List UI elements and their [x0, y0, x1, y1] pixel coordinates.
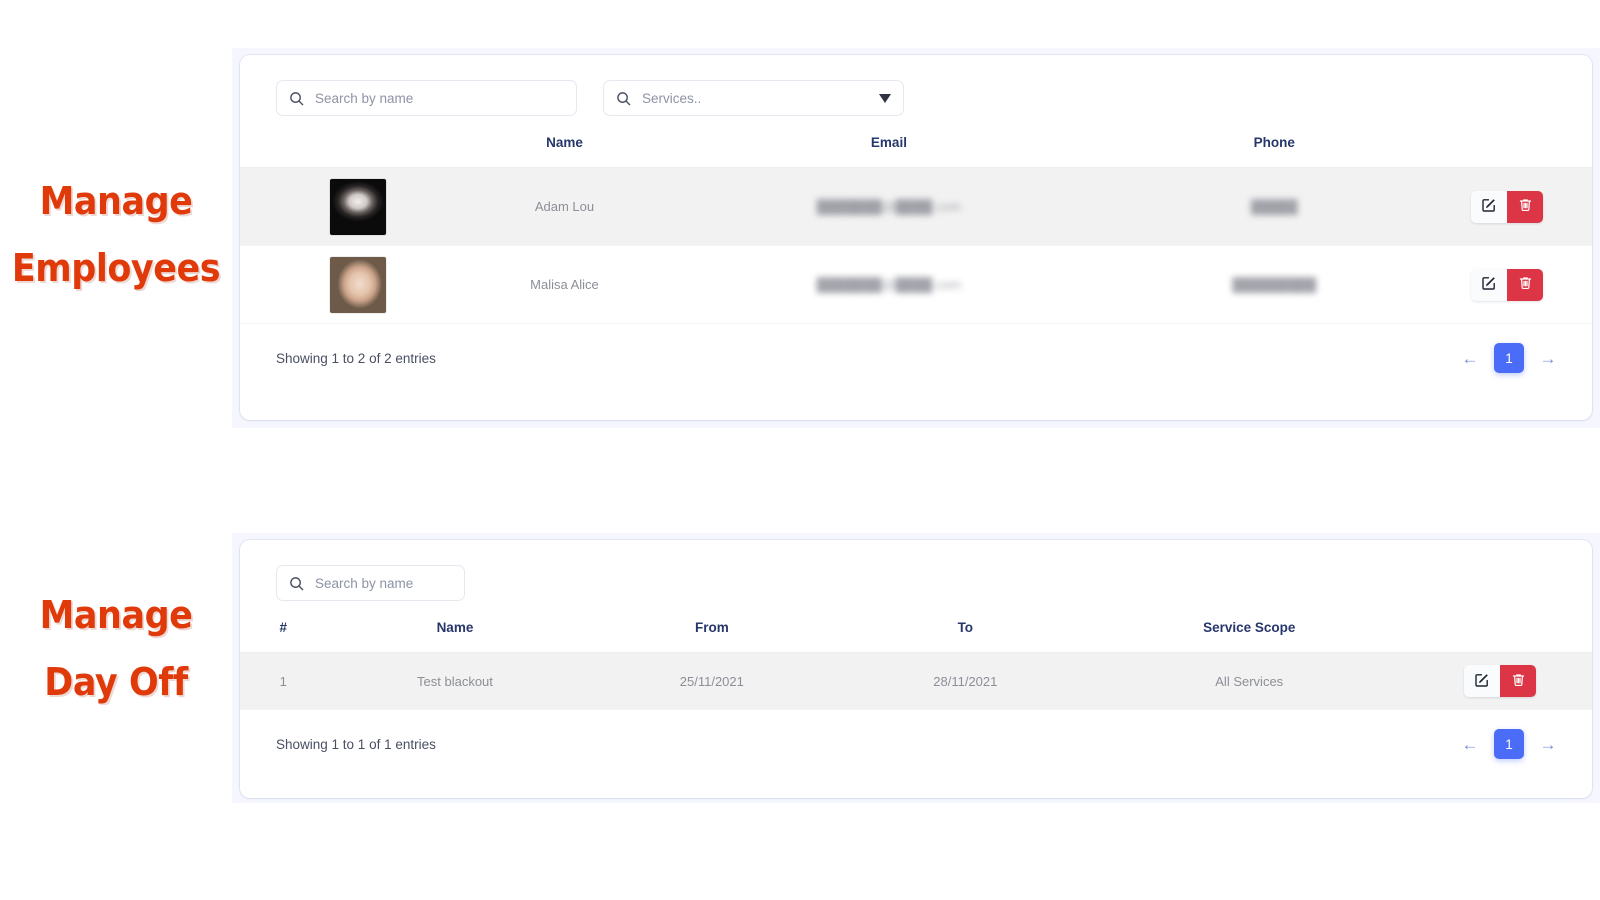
search-icon [289, 91, 304, 106]
day-off-table-body: 1 Test blackout 25/11/2021 28/11/2021 Al… [240, 652, 1592, 710]
annotation-manage-day-off: Manage Day Off [9, 582, 222, 715]
annotation-line-1: Manage [39, 179, 193, 223]
cell-index: 1 [240, 652, 327, 710]
pagination-next-arrow-icon[interactable]: → [1538, 734, 1558, 754]
column-header-name: Name [476, 116, 653, 168]
service-filter-input[interactable] [642, 90, 871, 106]
annotation-line-2: Employees [11, 245, 221, 290]
pagination: ← 1 → [1460, 729, 1558, 759]
column-header-avatar [240, 116, 477, 168]
search-icon [289, 576, 304, 591]
employees-table-footer: Showing 1 to 2 of 2 entries ← 1 → [240, 324, 1592, 373]
day-off-table-head: # Name From To Service Scope [240, 601, 1592, 653]
entries-summary: Showing 1 to 2 of 2 entries [276, 350, 436, 366]
edit-icon [1474, 672, 1490, 691]
cell-service-scope: All Services [1090, 652, 1409, 710]
employee-search-field[interactable] [276, 80, 577, 116]
table-row[interactable]: Adam Lou ███████@████.com █████ [240, 167, 1592, 246]
cell-email: ███████@████.com [652, 167, 1126, 246]
service-filter-field[interactable] [603, 80, 904, 116]
cell-actions [1408, 652, 1592, 710]
column-header-to: To [840, 601, 1091, 653]
pagination-page-1[interactable]: 1 [1494, 343, 1524, 373]
cell-email: ███████@████.com [652, 245, 1126, 324]
day-off-table-footer: Showing 1 to 1 of 1 entries ← 1 → [240, 710, 1592, 759]
avatar [330, 256, 387, 313]
cell-from: 25/11/2021 [583, 652, 841, 710]
avatar [330, 178, 387, 235]
employee-search-input[interactable] [315, 90, 564, 106]
cell-actions [1422, 167, 1592, 246]
column-header-from: From [583, 601, 841, 653]
row-action-group [1471, 190, 1544, 223]
dayoff-search-input[interactable] [315, 575, 492, 591]
entries-summary: Showing 1 to 1 of 1 entries [276, 736, 436, 752]
column-header-service-scope: Service Scope [1090, 601, 1409, 653]
cell-name: Adam Lou [476, 167, 653, 246]
pagination-next-arrow-icon[interactable]: → [1538, 348, 1558, 368]
edit-button[interactable] [1471, 268, 1508, 301]
pagination: ← 1 → [1460, 343, 1558, 373]
trash-icon [1518, 275, 1533, 294]
row-action-group [1464, 665, 1537, 697]
cell-avatar [240, 245, 477, 324]
manage-employees-panel: Name Email Phone Adam Lou ███████@████.c… [240, 55, 1592, 420]
dayoff-search-field[interactable] [276, 565, 492, 601]
trash-icon [1511, 672, 1526, 691]
column-header-actions [1422, 116, 1592, 168]
annotation-line-1: Manage [39, 593, 193, 637]
cell-name: Malisa Alice [476, 245, 653, 324]
annotation-manage-employees: Manage Employees [9, 168, 222, 301]
delete-button[interactable] [1507, 190, 1544, 223]
edit-button[interactable] [1471, 190, 1508, 223]
dayoff-filter-bar [240, 540, 1592, 601]
column-header-index: # [240, 601, 327, 653]
chevron-down-icon[interactable] [879, 93, 891, 103]
pagination-prev-arrow-icon[interactable]: ← [1460, 734, 1480, 754]
cell-name: Test blackout [326, 652, 584, 710]
cell-to: 28/11/2021 [840, 652, 1091, 710]
column-header-actions [1408, 601, 1592, 653]
column-header-phone: Phone [1125, 116, 1423, 168]
edit-icon [1481, 275, 1497, 294]
day-off-header-row: # Name From To Service Scope [240, 601, 1592, 653]
employees-table-head: Name Email Phone [240, 116, 1592, 168]
delete-button[interactable] [1507, 268, 1544, 301]
pagination-prev-arrow-icon[interactable]: ← [1460, 348, 1480, 368]
employees-table-body: Adam Lou ███████@████.com █████ Malisa A… [240, 167, 1592, 324]
cell-phone: █████████ [1125, 245, 1423, 324]
cell-phone: █████ [1125, 167, 1423, 246]
screen: Manage Employees Manage Day Off Search b… [0, 0, 1600, 900]
cell-avatar [240, 167, 477, 246]
search-icon [616, 91, 631, 106]
day-off-table: # Name From To Service Scope 1 Test blac… [240, 601, 1592, 710]
table-row[interactable]: 1 Test blackout 25/11/2021 28/11/2021 Al… [240, 652, 1592, 710]
column-header-name: Name [326, 601, 584, 653]
annotation-line-2: Day Off [44, 659, 188, 704]
employees-filter-bar [240, 55, 1592, 116]
pagination-page-1[interactable]: 1 [1494, 729, 1524, 759]
edit-button[interactable] [1464, 665, 1501, 697]
manage-day-off-panel: # Name From To Service Scope 1 Test blac… [240, 540, 1592, 798]
employees-table: Name Email Phone Adam Lou ███████@████.c… [240, 116, 1592, 324]
edit-icon [1481, 197, 1497, 216]
trash-icon [1518, 197, 1533, 216]
table-row[interactable]: Malisa Alice ███████@████.com █████████ [240, 245, 1592, 324]
employees-header-row: Name Email Phone [240, 116, 1592, 168]
column-header-email: Email [652, 116, 1126, 168]
cell-actions [1422, 245, 1592, 324]
delete-button[interactable] [1500, 665, 1537, 697]
row-action-group [1471, 268, 1544, 301]
